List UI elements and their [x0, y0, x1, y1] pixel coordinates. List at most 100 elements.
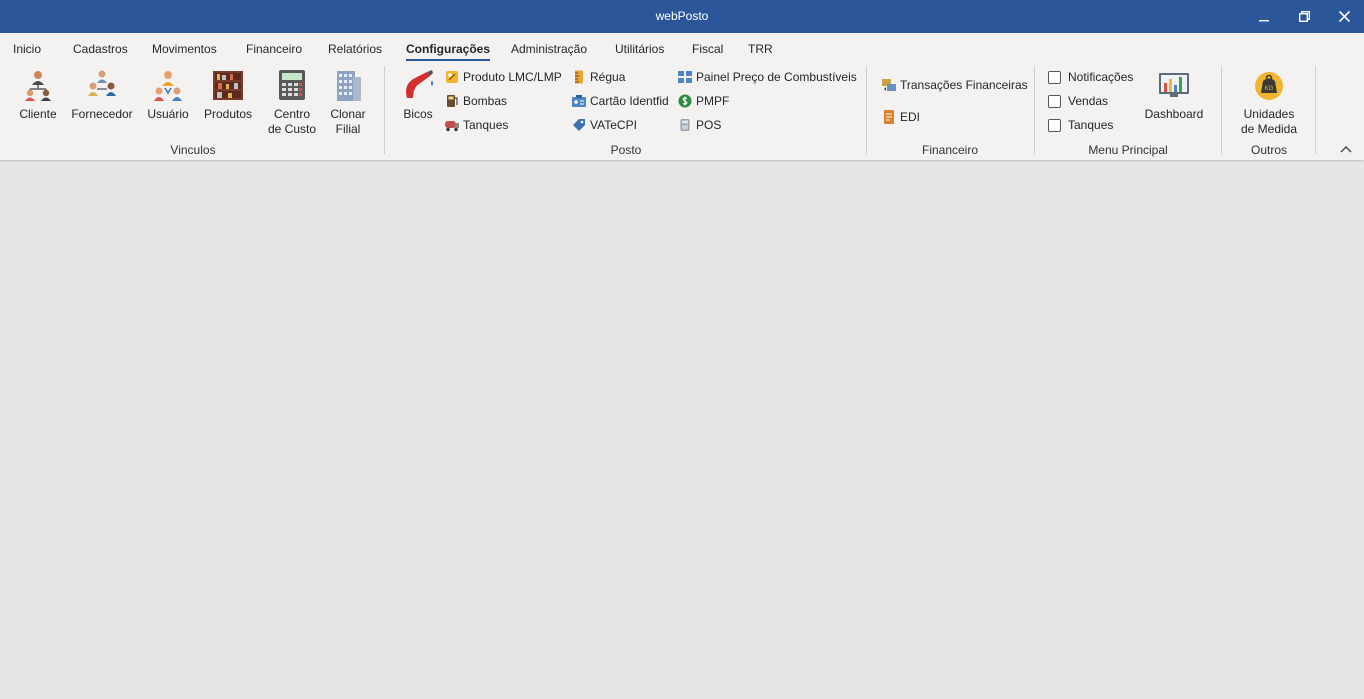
regua-button[interactable]: Régua [571, 68, 625, 86]
tab-inicio[interactable]: Inicio [13, 42, 41, 56]
tanques-button[interactable]: Tanques [444, 116, 508, 134]
produtos-label: Produtos [203, 107, 253, 121]
clonar-filial-label: Clonar Filial [330, 107, 365, 137]
tag-icon [571, 117, 587, 133]
checkbox-box[interactable] [1048, 94, 1061, 108]
fuel-nozzle-icon [401, 68, 435, 102]
painel-preco-button[interactable]: Painel Preço de Combustíveis [677, 68, 857, 86]
tab-movimentos[interactable]: Movimentos [152, 42, 217, 56]
dashboard-button[interactable]: Dashboard [1143, 68, 1205, 122]
collapse-ribbon-button[interactable] [1340, 142, 1356, 156]
produto-lmc-lmp-button[interactable]: Produto LMC/LMP [444, 68, 562, 86]
checkbox-box[interactable] [1048, 118, 1061, 132]
ruler-icon [571, 69, 587, 85]
tab-fiscal[interactable]: Fiscal [692, 42, 723, 56]
ribbon-tab-bar: Inicio Cadastros Movimentos Financeiro R… [0, 33, 1364, 62]
checkbox-box[interactable] [1048, 70, 1061, 84]
fornecedor-label: Fornecedor [71, 107, 133, 121]
close-icon [1338, 11, 1350, 22]
centro-de-custo-label: Centro de Custo [268, 107, 316, 137]
bombas-button[interactable]: Bombas [444, 92, 507, 110]
svg-text:KG: KG [1265, 86, 1274, 92]
clonar-filial-label-line2: Filial [335, 122, 361, 136]
pos-button[interactable]: POS [677, 116, 721, 134]
cliente-button[interactable]: Cliente [16, 68, 60, 122]
restore-icon [1298, 11, 1310, 22]
notificacoes-checkbox[interactable]: Notificações [1048, 68, 1133, 86]
chevron-up-icon [1340, 146, 1352, 153]
minimize-button[interactable] [1244, 0, 1284, 33]
vendas-label: Vendas [1068, 94, 1109, 108]
group-label-financeiro: Financeiro [921, 143, 979, 157]
supplier-icon [85, 68, 119, 102]
transacoes-financeiras-button[interactable]: Transações Financeiras [881, 76, 1028, 94]
fornecedor-button[interactable]: Fornecedor [70, 68, 134, 122]
cartao-identfid-button[interactable]: Cartão Identfid [571, 92, 669, 110]
unidades-label-line1: Unidades [1243, 107, 1295, 121]
title-bar: webPosto [0, 0, 1364, 33]
client-icon [21, 68, 55, 102]
price-panel-icon [677, 69, 693, 85]
group-separator [1315, 66, 1316, 154]
pmpf-button[interactable]: PMPF [677, 92, 729, 110]
tanques-checkbox[interactable]: Tanques [1048, 116, 1113, 134]
bicos-label: Bicos [403, 107, 433, 121]
bombas-label: Bombas [463, 94, 508, 108]
group-separator [866, 66, 867, 154]
user-icon [151, 68, 185, 102]
centro-de-custo-label-line2: de Custo [267, 122, 317, 136]
id-card-icon [571, 93, 587, 109]
transacoes-financeiras-label: Transações Financeiras [900, 78, 1028, 92]
document-icon [881, 109, 897, 125]
usuario-label: Usuário [147, 107, 189, 121]
calculator-icon [275, 68, 309, 102]
unidades-de-medida-label: Unidades de Medida [1241, 107, 1297, 137]
group-label-menu-principal: Menu Principal [1088, 143, 1168, 157]
centro-de-custo-label-line1: Centro [273, 107, 311, 121]
usuario-button[interactable]: Usuário [146, 68, 190, 122]
pos-label: POS [696, 118, 722, 132]
group-label-posto: Posto [610, 143, 642, 157]
centro-de-custo-button[interactable]: Centro de Custo [265, 68, 319, 137]
tank-truck-icon [444, 117, 460, 133]
vatecpi-button[interactable]: VATeCPI [571, 116, 637, 134]
bicos-button[interactable]: Bicos [400, 68, 436, 122]
produto-lmc-lmp-label: Produto LMC/LMP [463, 70, 562, 84]
cartao-identfid-label: Cartão Identfid [590, 94, 669, 108]
tab-trr[interactable]: TRR [748, 42, 773, 56]
tab-relatorios[interactable]: Relatórios [328, 42, 382, 56]
dollar-coin-icon [677, 93, 693, 109]
close-button[interactable] [1324, 0, 1364, 33]
tanques-checkbox-label: Tanques [1068, 118, 1114, 132]
window-title: webPosto [655, 9, 709, 23]
workspace-area [0, 162, 1364, 699]
clonar-filial-button[interactable]: Clonar Filial [327, 68, 369, 137]
tab-administracao[interactable]: Administração [511, 42, 587, 56]
product-tag-icon [444, 69, 460, 85]
tanques-label: Tanques [463, 118, 509, 132]
unidades-de-medida-button[interactable]: KG Unidades de Medida [1236, 68, 1302, 137]
group-separator [384, 66, 385, 154]
products-shelf-icon [211, 68, 245, 102]
transactions-icon [881, 77, 897, 93]
restore-button[interactable] [1284, 0, 1324, 33]
dashboard-label: Dashboard [1144, 107, 1204, 121]
unidades-label-line2: de Medida [1240, 122, 1298, 136]
tab-configuracoes[interactable]: Configurações [406, 42, 491, 61]
fuel-pump-icon [444, 93, 460, 109]
tab-cadastros[interactable]: Cadastros [73, 42, 128, 56]
weight-kg-icon: KG [1252, 68, 1286, 102]
notificacoes-label: Notificações [1068, 70, 1134, 84]
pmpf-label: PMPF [696, 94, 730, 108]
cliente-label: Cliente [19, 107, 57, 121]
tab-financeiro[interactable]: Financeiro [246, 42, 302, 56]
vendas-checkbox[interactable]: Vendas [1048, 92, 1108, 110]
produtos-button[interactable]: Produtos [202, 68, 254, 122]
painel-preco-label: Painel Preço de Combustíveis [696, 70, 857, 84]
group-separator [1221, 66, 1222, 154]
group-label-outros: Outros [1250, 143, 1287, 157]
pos-terminal-icon [677, 117, 693, 133]
edi-button[interactable]: EDI [881, 108, 920, 126]
tab-utilitarios[interactable]: Utilitários [615, 42, 664, 56]
ribbon-panel: Cliente Fornecedor Usuário Produtos Cent… [0, 62, 1364, 160]
